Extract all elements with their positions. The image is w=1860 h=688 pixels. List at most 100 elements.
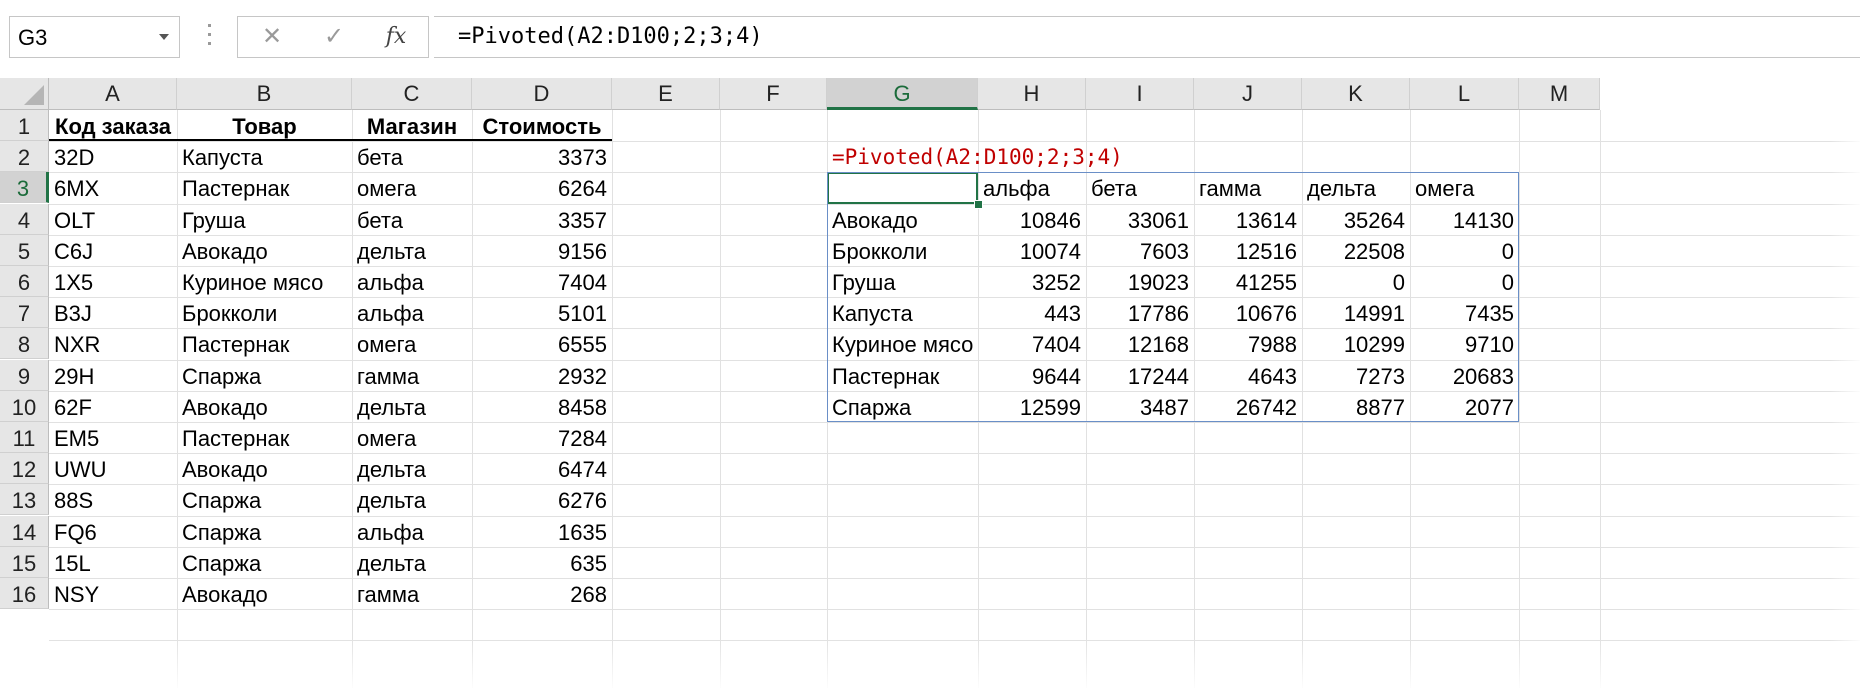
table-cell[interactable]: дельта [352,484,472,515]
pivot-value-cell[interactable]: 17244 [1086,360,1194,391]
pivot-column-header[interactable]: бета [1086,172,1194,203]
row-header-4[interactable]: 4 [0,204,49,235]
fill-handle[interactable] [974,200,983,209]
table-cell[interactable]: омега [352,422,472,453]
spreadsheet-grid[interactable]: A B C D E F G H I J K L M 1 2 3 4 5 6 7 8 9 10 11 12 13 14 15 16 Код … [0,78,1860,688]
pivot-value-cell[interactable]: 0 [1302,266,1410,297]
table-cell[interactable]: EM5 [49,422,177,453]
table-cell[interactable]: FQ6 [49,516,177,547]
table-cell[interactable]: Авокадо [177,235,352,266]
pivot-value-cell[interactable]: 19023 [1086,266,1194,297]
pivot-value-cell[interactable]: 9710 [1410,328,1519,359]
table-cell[interactable]: Брокколи [177,297,352,328]
pivot-value-cell[interactable]: 41255 [1194,266,1302,297]
table-cell[interactable]: дельта [352,235,472,266]
pivot-value-cell[interactable]: 14130 [1410,204,1519,235]
select-all-button[interactable] [0,78,49,110]
table-cell[interactable]: 15L [49,547,177,578]
pivot-row-label[interactable]: Пастернак [827,360,978,391]
table-cell[interactable]: Спаржа [177,547,352,578]
table-cell[interactable]: альфа [352,297,472,328]
table-cell[interactable]: 2932 [472,360,612,391]
pivot-value-cell[interactable]: 12599 [978,391,1086,422]
row-header-7[interactable]: 7 [0,297,49,328]
pivot-value-cell[interactable]: 9644 [978,360,1086,391]
pivot-value-cell[interactable]: 22508 [1302,235,1410,266]
table-cell[interactable]: 88S [49,484,177,515]
table-cell[interactable]: 32D [49,141,177,172]
pivot-value-cell[interactable]: 26742 [1194,391,1302,422]
pivot-value-cell[interactable]: 7273 [1302,360,1410,391]
table-cell[interactable]: Куриное мясо [177,266,352,297]
table-cell[interactable]: 6264 [472,172,612,203]
formula-input[interactable]: =Pivoted(A2:D100;2;3;4) [434,16,1860,58]
pivot-column-header[interactable]: гамма [1194,172,1302,203]
pivot-row-label[interactable]: Спаржа [827,391,978,422]
pivot-value-cell[interactable]: 7404 [978,328,1086,359]
table-cell[interactable]: 5101 [472,297,612,328]
column-header-a[interactable]: A [49,78,177,110]
table-header-cell[interactable]: Магазин [352,110,472,141]
table-cell[interactable]: NSY [49,578,177,609]
table-header-cell[interactable]: Товар [177,110,352,141]
pivot-value-cell[interactable]: 4643 [1194,360,1302,391]
column-header-c[interactable]: C [352,78,472,110]
table-cell[interactable]: дельта [352,453,472,484]
pivot-value-cell[interactable]: 7988 [1194,328,1302,359]
pivot-value-cell[interactable]: 35264 [1302,204,1410,235]
table-cell[interactable]: Пастернак [177,172,352,203]
cancel-icon[interactable]: ✕ [242,17,302,57]
table-header-cell[interactable]: Код заказа [49,110,177,141]
table-cell[interactable]: Пастернак [177,328,352,359]
table-cell[interactable]: гамма [352,360,472,391]
table-cell[interactable]: дельта [352,391,472,422]
table-cell[interactable]: Авокадо [177,453,352,484]
table-cell[interactable]: омега [352,172,472,203]
row-header-1[interactable]: 1 [0,110,49,141]
pivot-value-cell[interactable]: 13614 [1194,204,1302,235]
table-cell[interactable]: Спаржа [177,516,352,547]
pivot-value-cell[interactable]: 443 [978,297,1086,328]
table-cell[interactable]: 9156 [472,235,612,266]
pivot-value-cell[interactable]: 3487 [1086,391,1194,422]
pivot-value-cell[interactable]: 12168 [1086,328,1194,359]
table-cell[interactable]: 6MX [49,172,177,203]
column-header-l[interactable]: L [1410,78,1519,110]
table-cell[interactable]: Спаржа [177,484,352,515]
table-cell[interactable]: альфа [352,266,472,297]
table-header-cell[interactable]: Стоимость [472,110,612,141]
row-header-5[interactable]: 5 [0,235,49,266]
pivot-row-label[interactable]: Авокадо [827,204,978,235]
pivot-value-cell[interactable]: 10299 [1302,328,1410,359]
column-header-b[interactable]: B [177,78,352,110]
column-header-e[interactable]: E [612,78,720,110]
table-cell[interactable]: 7284 [472,422,612,453]
column-header-m[interactable]: M [1519,78,1600,110]
table-cell[interactable]: 62F [49,391,177,422]
pivot-value-cell[interactable]: 3252 [978,266,1086,297]
table-cell[interactable]: UWU [49,453,177,484]
pivot-row-label[interactable]: Брокколи [827,235,978,266]
pivot-column-header[interactable]: дельта [1302,172,1410,203]
pivot-row-label[interactable]: Капуста [827,297,978,328]
table-cell[interactable]: 29H [49,360,177,391]
table-cell[interactable]: бета [352,204,472,235]
table-cell[interactable]: 6474 [472,453,612,484]
table-cell[interactable]: Спаржа [177,360,352,391]
table-cell[interactable]: Груша [177,204,352,235]
row-header-6[interactable]: 6 [0,266,49,297]
table-cell[interactable]: альфа [352,516,472,547]
table-cell[interactable]: 6276 [472,484,612,515]
pivot-row-label[interactable]: Груша [827,266,978,297]
pivot-column-header[interactable]: альфа [978,172,1086,203]
table-cell[interactable]: 635 [472,547,612,578]
row-header-11[interactable]: 11 [0,422,49,453]
pivot-value-cell[interactable]: 7435 [1410,297,1519,328]
table-cell[interactable]: 3373 [472,141,612,172]
pivot-value-cell[interactable]: 2077 [1410,391,1519,422]
pivot-value-cell[interactable]: 17786 [1086,297,1194,328]
pivot-value-cell[interactable]: 8877 [1302,391,1410,422]
pivot-formula-text[interactable]: =Pivoted(A2:D100;2;3;4) [827,141,1227,172]
table-cell[interactable]: бета [352,141,472,172]
table-cell[interactable]: 1635 [472,516,612,547]
